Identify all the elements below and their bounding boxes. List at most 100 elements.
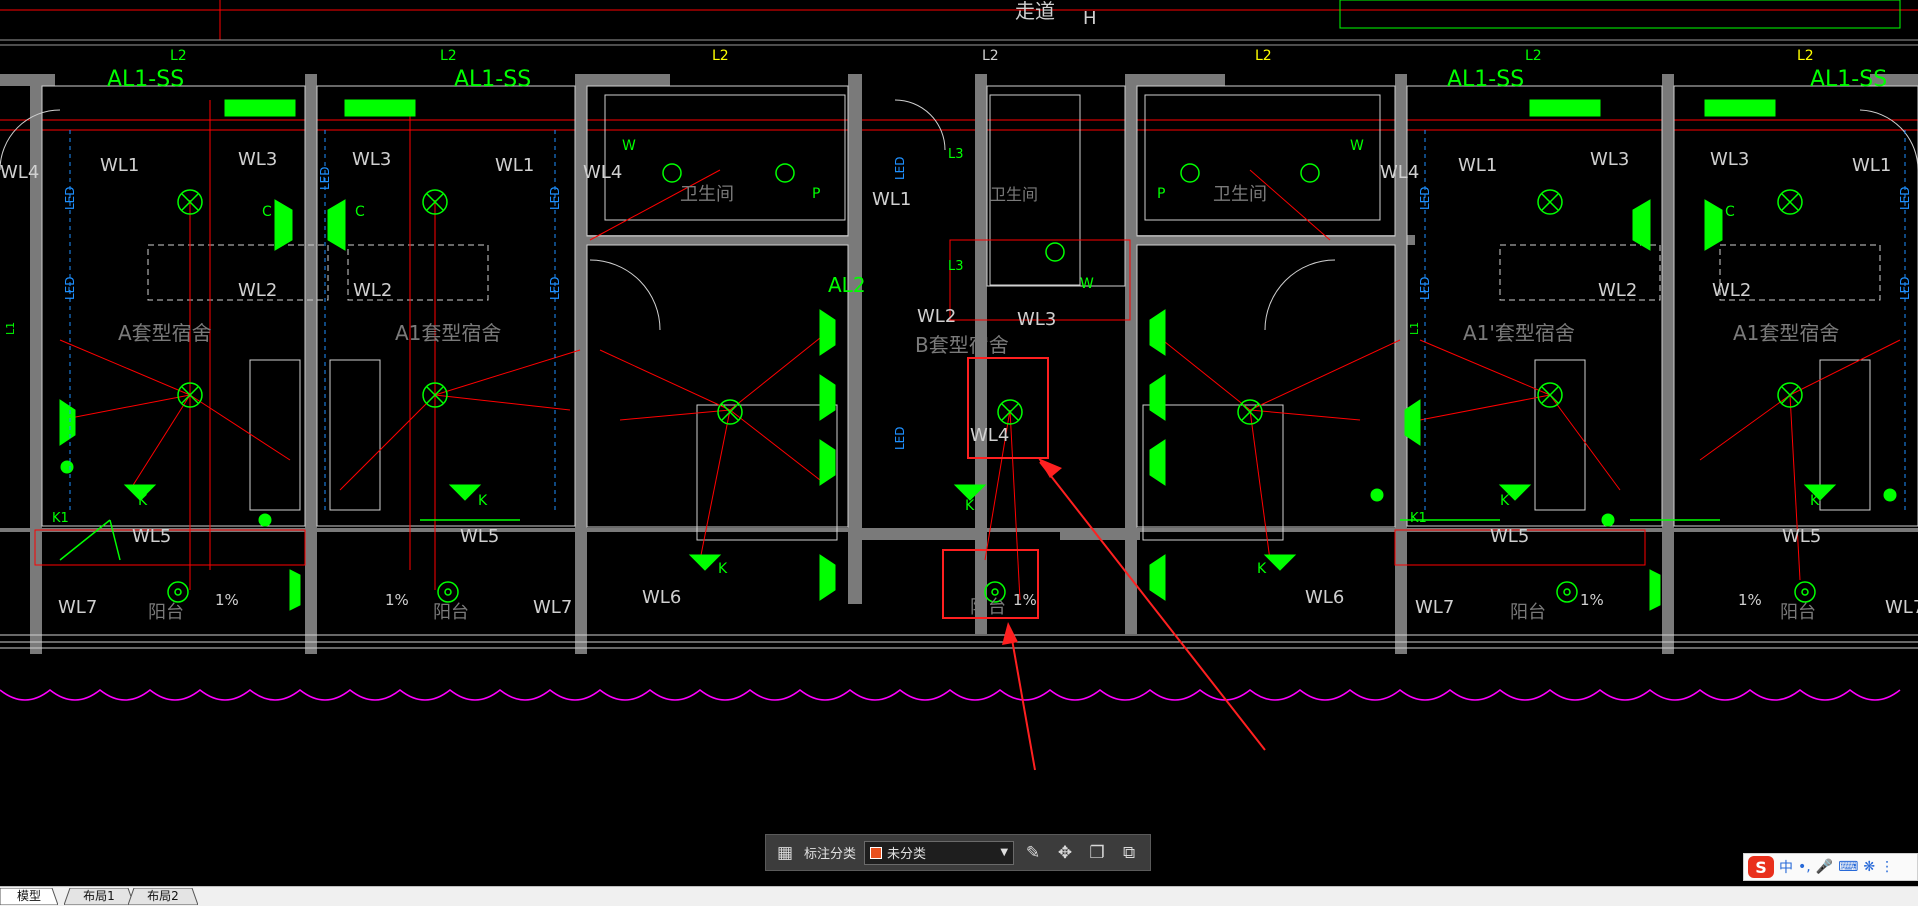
level-mark: L2	[1255, 48, 1272, 64]
punctuation-icon[interactable]: •,	[1798, 859, 1811, 875]
fixture-mark: K1	[1410, 511, 1427, 526]
circuit-label: WL4	[583, 162, 622, 183]
more-icon[interactable]: ⋮	[1880, 859, 1894, 875]
ime-mode-toggle[interactable]: 中	[1779, 857, 1793, 877]
room-label: A套型宿舍	[118, 321, 212, 345]
fixture-mark: C	[355, 204, 365, 220]
fixture-mark: K	[718, 561, 728, 577]
room-label: 阳台	[1780, 602, 1816, 623]
room-label: 阳台	[148, 602, 184, 623]
room-label: 卫生间	[990, 185, 1038, 204]
fixture-mark: LED	[1418, 276, 1432, 300]
panel-al2-label: AL2	[828, 273, 866, 297]
move-icon[interactable]: ✥	[1052, 840, 1078, 866]
revision-cloud	[0, 689, 1901, 701]
annotation-arrow-1	[1039, 461, 1266, 751]
skin-icon[interactable]: ❋	[1863, 859, 1875, 875]
circuit-label: WL5	[132, 526, 171, 547]
slope-mark: 1%	[1013, 591, 1037, 609]
corridor-label: 走道	[1015, 0, 1055, 23]
fixture-mark: L3	[948, 147, 964, 162]
circuit-label: WL3	[1710, 149, 1749, 170]
tab-layout2[interactable]: 布局2	[128, 888, 198, 905]
fixture-mark: K	[1257, 561, 1267, 577]
circuit-label: WL2	[353, 280, 392, 301]
circuit-label: WL7	[533, 597, 572, 618]
circuit-label: WL3	[1017, 309, 1056, 330]
fixture-mark: LED	[63, 186, 77, 210]
fixture-mark: LED	[548, 186, 562, 210]
level-mark: L2	[440, 48, 457, 64]
level-mark: L2	[712, 48, 729, 64]
fixture-mark: LED	[548, 276, 562, 300]
slope-mark: 1%	[215, 591, 239, 609]
ime-logo[interactable]: S	[1748, 856, 1774, 878]
room-label: A1套型宿舍	[395, 321, 501, 345]
fixture-mark: C	[1637, 204, 1647, 220]
room-label: 阳台	[433, 602, 469, 623]
annotation-toolbar: ▦ 标注分类 未分类 ▼ ✎ ✥ ❐ ⧉	[765, 834, 1151, 871]
fixture-mark: K	[965, 498, 975, 514]
panel-label: AL1-SS	[107, 67, 184, 92]
layout-tabbar: 模型 布局1 布局2	[0, 886, 1918, 906]
fixture-mark: LED	[63, 276, 77, 300]
circuit-label: WL2	[1598, 280, 1637, 301]
chevron-down-icon: ▼	[1000, 847, 1009, 858]
category-dropdown[interactable]: 未分类 ▼	[864, 840, 1015, 865]
fixture-mark: P	[812, 186, 820, 202]
slope-mark: 1%	[1738, 591, 1762, 609]
fixture-mark: LED	[1898, 186, 1912, 210]
fixture-mark: L1	[4, 322, 17, 335]
room-label: A1'套型宿舍	[1463, 321, 1575, 345]
cad-drawing-canvas[interactable]: 走道 H L2 L2 L2 L2 L2 L2 L2 AL1-SS AL1-SS …	[0, 0, 1918, 886]
circuit-label: WL3	[238, 149, 277, 170]
circuit-label: WL1	[1852, 155, 1891, 176]
fixture-mark: W	[1350, 138, 1364, 154]
fixture-mark: K1	[52, 511, 69, 526]
circuit-label: WL6	[1305, 587, 1344, 608]
tab-model-label: 模型	[16, 889, 41, 903]
paste-icon[interactable]: ⧉	[1116, 840, 1142, 866]
level-mark: L2	[1525, 48, 1542, 64]
copy-icon[interactable]: ❐	[1084, 840, 1110, 866]
slope-mark: 1%	[1580, 591, 1604, 609]
fixture-mark: L3	[948, 259, 964, 274]
category-value: 未分类	[887, 847, 927, 862]
tab-layout1-label: 布局1	[83, 889, 115, 903]
level-mark: L2	[1797, 48, 1814, 64]
tab-model[interactable]: 模型	[0, 888, 58, 905]
fixture-mark: LED	[1418, 186, 1432, 210]
level-mark: L2	[982, 48, 999, 64]
fixture-mark: LED	[893, 426, 907, 450]
circuit-label: WL4	[0, 162, 39, 183]
microphone-icon[interactable]: 🎤	[1816, 859, 1833, 875]
ime-toolbar: S 中 •, 🎤 ⌨ ❋ ⋮	[1743, 853, 1918, 881]
panel-label: AL1-SS	[1447, 67, 1524, 92]
fixture-mark: W	[1080, 276, 1094, 292]
circuit-label: WL3	[1590, 149, 1629, 170]
keyboard-icon[interactable]: ⌨	[1838, 859, 1858, 875]
circuit-label: WL1	[872, 189, 911, 210]
slope-mark: 1%	[385, 591, 409, 609]
fixture-mark: K	[138, 493, 148, 509]
circuit-label: WL5	[460, 526, 499, 547]
fixture-mark: K	[478, 493, 488, 509]
fixture-mark: L1	[1408, 322, 1421, 335]
fixture-mark: LED	[893, 156, 907, 180]
tab-layout1[interactable]: 布局1	[64, 888, 134, 905]
room-label: A1套型宿舍	[1733, 321, 1839, 345]
category-label: 标注分类	[804, 847, 857, 862]
circuit-label: WL3	[352, 149, 391, 170]
circuit-label: WL2	[1712, 280, 1751, 301]
room-label: 卫生间	[1213, 184, 1267, 205]
category-color-swatch	[870, 846, 883, 859]
grid-icon[interactable]: ▦	[772, 840, 798, 866]
circuit-label: WL4	[1380, 162, 1419, 183]
h-mark-label: H	[1083, 8, 1097, 29]
fixture-mark: K	[1500, 493, 1510, 509]
fixture-mark: C	[262, 204, 272, 220]
edit-icon[interactable]: ✎	[1020, 840, 1046, 866]
fixture-mark: P	[1157, 186, 1165, 202]
floor-plan-drawing: 走道 H L2 L2 L2 L2 L2 L2 L2 AL1-SS AL1-SS …	[0, 0, 1918, 771]
fixture-mark: LED	[318, 166, 332, 190]
